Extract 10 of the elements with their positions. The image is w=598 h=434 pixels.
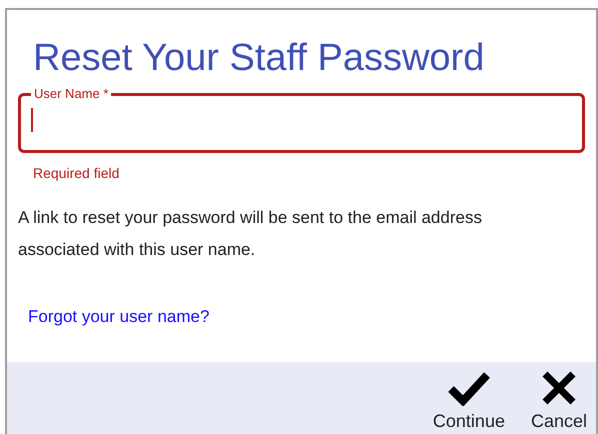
continue-button[interactable]: Continue	[430, 370, 508, 431]
checkmark-icon	[448, 370, 490, 406]
forgot-username-link[interactable]: Forgot your user name?	[28, 304, 210, 330]
cancel-button[interactable]: Cancel	[528, 370, 590, 431]
helper-text: Required field	[33, 164, 120, 183]
close-icon	[540, 370, 577, 406]
field-label: User Name *	[33, 87, 110, 101]
dialog-title: Reset Your Staff Password	[33, 36, 484, 80]
user-name-field[interactable]: User Name *	[18, 87, 585, 153]
info-message: A link to reset your password will be sent to the email address associated with this user name.	[18, 207, 483, 261]
